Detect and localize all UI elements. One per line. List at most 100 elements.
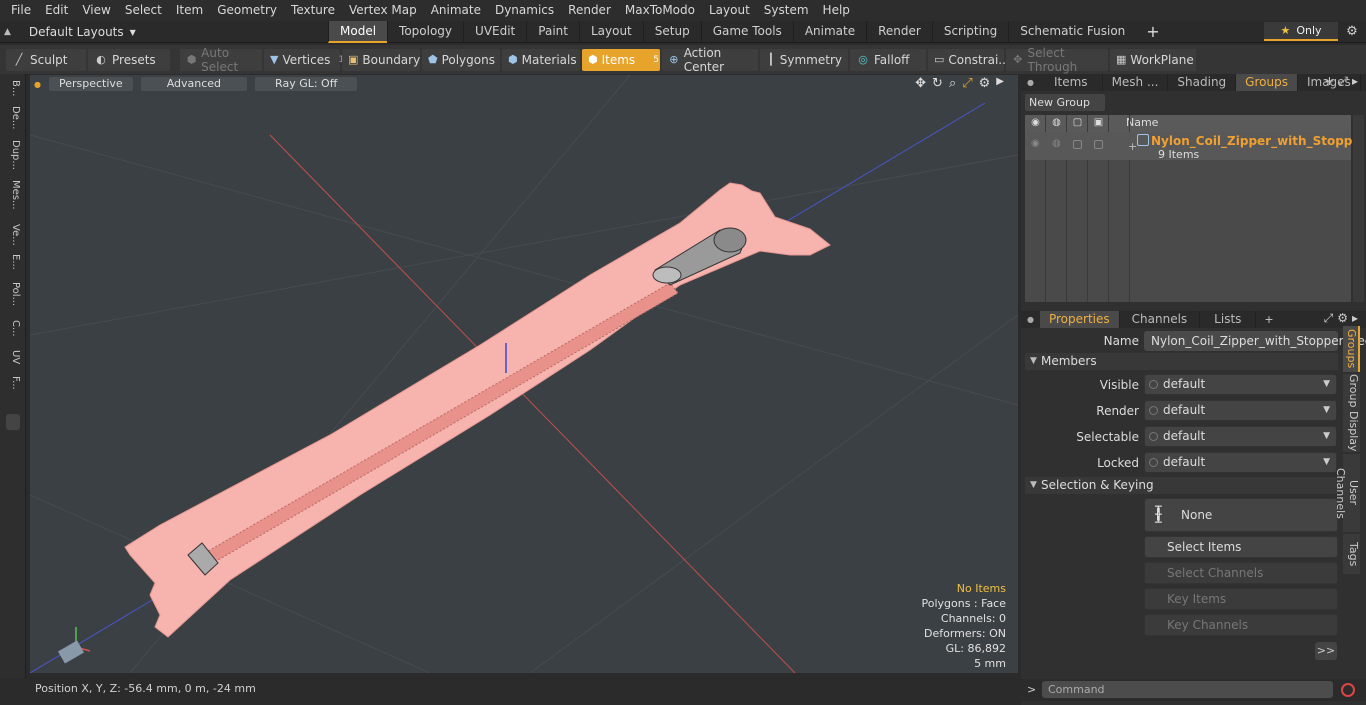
tab-topology[interactable]: Topology bbox=[387, 21, 463, 43]
symmetry-button[interactable]: ┃ Symmetry bbox=[760, 48, 848, 71]
sidebar-expand-button[interactable] bbox=[6, 414, 20, 430]
menu-system[interactable]: System bbox=[757, 0, 816, 21]
groups-scrollbar[interactable] bbox=[1353, 115, 1364, 302]
menu-layout[interactable]: Layout bbox=[702, 0, 757, 21]
select-items-button[interactable]: Select Items bbox=[1144, 536, 1338, 558]
side-tab-tags[interactable]: Tags bbox=[1343, 534, 1360, 574]
side-tab-user-channels[interactable]: User Channels bbox=[1334, 454, 1360, 532]
menu-view[interactable]: View bbox=[75, 0, 117, 21]
move-icon[interactable]: ✥ bbox=[915, 76, 926, 91]
select-channels-button[interactable]: Select Channels bbox=[1144, 562, 1338, 584]
side-tab-groups[interactable]: Groups bbox=[1343, 326, 1360, 372]
action-center-button[interactable]: ⊕ Action Center bbox=[662, 46, 758, 74]
property-tab-controls[interactable]: ⤢⚙▸ bbox=[1324, 311, 1362, 326]
menu-render[interactable]: Render bbox=[561, 0, 618, 21]
presets-button[interactable]: ◐ Presets bbox=[88, 48, 170, 71]
raygl-toggle[interactable]: Ray GL: Off bbox=[255, 77, 358, 91]
more-button[interactable]: >> bbox=[1315, 642, 1337, 660]
tab-game-tools[interactable]: Game Tools bbox=[700, 21, 793, 43]
menu-help[interactable]: Help bbox=[816, 0, 857, 21]
menu-maxtomodo[interactable]: MaxToModo bbox=[618, 0, 702, 21]
selection-keying-section[interactable]: ▼ Selection & Keying bbox=[1025, 477, 1338, 494]
rotate-icon[interactable]: ↻ bbox=[932, 76, 943, 91]
sidebar-tab-curve[interactable]: C... bbox=[5, 320, 21, 337]
menu-file[interactable]: File bbox=[4, 0, 38, 21]
tab-paint[interactable]: Paint bbox=[526, 21, 579, 43]
play-icon[interactable]: ▶ bbox=[996, 76, 1004, 91]
members-section[interactable]: ▼ Members bbox=[1025, 353, 1338, 370]
items-button[interactable]: ⬢ Items 5 bbox=[582, 48, 660, 71]
sidebar-tab-fusion[interactable]: F... bbox=[5, 376, 21, 390]
tab-groups[interactable]: Groups bbox=[1236, 74, 1298, 91]
workplane-button[interactable]: ▦ WorkPlane bbox=[1110, 48, 1196, 71]
tab-lists[interactable]: Lists bbox=[1200, 311, 1257, 328]
tab-shading[interactable]: Shading bbox=[1168, 74, 1237, 91]
add-tab-icon[interactable]: + bbox=[1136, 21, 1169, 43]
tab-layout[interactable]: Layout bbox=[578, 21, 643, 43]
panel-menu-icon[interactable]: ● bbox=[1021, 78, 1040, 87]
falloff-button[interactable]: ◎ Falloff bbox=[850, 48, 926, 71]
menu-select[interactable]: Select bbox=[118, 0, 169, 21]
render-dropdown[interactable]: default ▼ bbox=[1144, 400, 1337, 421]
key-channels-button[interactable]: Key Channels bbox=[1144, 614, 1338, 636]
tab-mesh[interactable]: Mesh ... bbox=[1103, 74, 1169, 91]
gear-icon[interactable]: ⚙ bbox=[1341, 22, 1363, 41]
command-input[interactable]: Command bbox=[1042, 681, 1333, 698]
settings-icon[interactable]: ⚙ bbox=[979, 76, 991, 91]
tab-setup[interactable]: Setup bbox=[642, 21, 701, 43]
add-property-tab-icon[interactable]: + bbox=[1256, 313, 1281, 326]
layouts-dropdown[interactable]: ▲ Default Layouts ▼ bbox=[4, 23, 136, 41]
key-items-button[interactable]: Key Items bbox=[1144, 588, 1338, 610]
tab-items[interactable]: Items bbox=[1040, 74, 1103, 91]
selectable-dropdown[interactable]: default ▼ bbox=[1144, 426, 1337, 447]
tab-uvedit[interactable]: UVEdit bbox=[463, 21, 526, 43]
menu-edit[interactable]: Edit bbox=[38, 0, 75, 21]
tab-properties[interactable]: Properties bbox=[1039, 311, 1120, 328]
tab-schematic-fusion[interactable]: Schematic Fusion bbox=[1008, 21, 1136, 43]
tab-model[interactable]: Model bbox=[328, 21, 388, 43]
menu-geometry[interactable]: Geometry bbox=[210, 0, 284, 21]
zoom-icon[interactable]: ⌕ bbox=[949, 76, 956, 91]
sidebar-tab-uv[interactable]: UV bbox=[5, 350, 21, 364]
materials-button[interactable]: ⬢ Materials bbox=[502, 48, 580, 71]
record-icon[interactable] bbox=[1341, 683, 1355, 697]
menu-vertex-map[interactable]: Vertex Map bbox=[342, 0, 424, 21]
sidebar-tab-mesh-edit[interactable]: Mes... bbox=[5, 180, 21, 210]
group-row[interactable]: ◉ ◍ + Nylon_Coil_Zipper_with_Stoppe ... … bbox=[1025, 132, 1366, 161]
select-through-button[interactable]: ✥ Select Through bbox=[1006, 46, 1108, 74]
polygons-button[interactable]: ⬟ Polygons bbox=[422, 48, 500, 71]
auto-select-button[interactable]: ⬢ Auto Select bbox=[180, 46, 262, 74]
tab-channels[interactable]: Channels bbox=[1120, 311, 1201, 328]
tab-render[interactable]: Render bbox=[866, 21, 932, 43]
menu-dynamics[interactable]: Dynamics bbox=[488, 0, 561, 21]
sidebar-tab-basic[interactable]: B... bbox=[5, 80, 21, 96]
tab-scripting[interactable]: Scripting bbox=[931, 21, 1008, 43]
constraints-button[interactable]: ▭ Constrai... bbox=[928, 48, 1010, 71]
sidebar-tab-polygon[interactable]: Pol... bbox=[5, 282, 21, 306]
none-button[interactable]: ┬ ╫ ┴ None bbox=[1144, 498, 1338, 532]
locked-dropdown[interactable]: default ▼ bbox=[1144, 452, 1337, 473]
viewport-menu-icon[interactable]: ● bbox=[34, 80, 41, 89]
maximize-icon[interactable]: ⤢ bbox=[962, 76, 972, 91]
only-toggle[interactable]: ★ Only bbox=[1264, 22, 1338, 41]
expand-icon[interactable]: + bbox=[1128, 140, 1137, 153]
sidebar-tab-deform[interactable]: De... bbox=[5, 106, 21, 129]
sculpt-button[interactable]: ╱ Sculpt bbox=[6, 48, 86, 71]
3d-viewport[interactable]: ● Perspective Advanced Ray GL: Off ✥ ↻ ⌕… bbox=[30, 75, 1018, 673]
menu-animate[interactable]: Animate bbox=[424, 0, 488, 21]
menu-item[interactable]: Item bbox=[169, 0, 210, 21]
side-tab-group-display[interactable]: Group Display bbox=[1343, 374, 1360, 452]
properties-menu-icon[interactable]: ● bbox=[1021, 315, 1040, 324]
view-type-dropdown[interactable]: Perspective bbox=[48, 77, 133, 91]
name-field[interactable]: Nylon_Coil_Zipper_with_Stopper_Red bbox=[1144, 331, 1366, 351]
boundary-button[interactable]: ▣ Boundary bbox=[342, 48, 420, 71]
new-group-button[interactable]: New Group bbox=[1025, 94, 1105, 111]
row-visible-icon[interactable]: ◉ bbox=[1031, 138, 1040, 149]
menu-texture[interactable]: Texture bbox=[284, 0, 342, 21]
row-render-icon[interactable]: ◍ bbox=[1052, 138, 1061, 149]
sidebar-tab-edge[interactable]: E... bbox=[5, 254, 21, 270]
tab-animate[interactable]: Animate bbox=[792, 21, 866, 43]
panel-tab-controls[interactable]: +⤢▸ bbox=[1324, 74, 1362, 89]
shading-dropdown[interactable]: Advanced bbox=[140, 77, 248, 91]
row-lock-toggle[interactable] bbox=[1094, 140, 1103, 149]
